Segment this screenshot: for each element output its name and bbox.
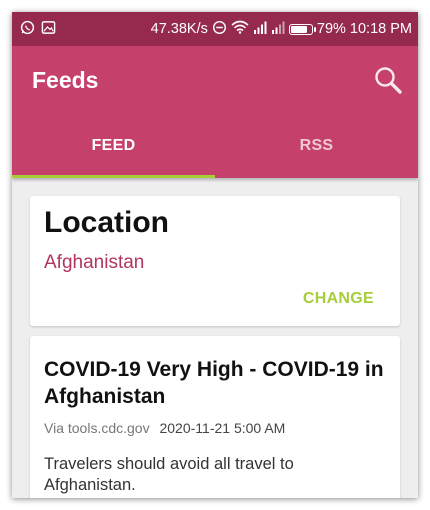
tab-rss-label: RSS (299, 137, 334, 154)
phone-screen: 47.38K/s 79% 10:18 PM Feeds FEED RSS Loc… (12, 12, 418, 498)
feed-item-meta: Via tools.cdc.gov 2020-11-21 5:00 AM (44, 420, 285, 436)
tab-rss[interactable]: RSS (215, 114, 418, 178)
feed-item-summary: Travelers should avoid all travel to Afg… (44, 455, 294, 494)
location-card: Location Afghanistan CHANGE (30, 196, 400, 326)
search-icon (375, 67, 402, 94)
status-right-icons: 47.38K/s 79% 10:18 PM (151, 20, 412, 39)
location-value: Afghanistan (44, 252, 145, 273)
app-bar: Feeds (12, 46, 418, 114)
dnd-icon (212, 20, 227, 39)
tab-feed-label: FEED (91, 137, 136, 154)
feed-item-title[interactable]: COVID-19 Very High - COVID-19 in Afghani… (44, 356, 389, 410)
search-button[interactable] (370, 62, 406, 98)
tab-bar: FEED RSS (12, 114, 418, 178)
signal-icon (271, 21, 285, 38)
network-speed: 47.38K/s (150, 21, 208, 37)
status-left-icons (20, 20, 56, 39)
status-bar: 47.38K/s 79% 10:18 PM (12, 12, 418, 46)
battery-percent: 79% (316, 21, 346, 37)
tab-feed[interactable]: FEED (12, 114, 215, 178)
feed-item-card[interactable]: COVID-19 Very High - COVID-19 in Afghani… (30, 336, 400, 498)
clock: 10:18 PM (349, 21, 412, 37)
page-title: Feeds (32, 66, 99, 93)
location-heading: Location (44, 206, 169, 239)
change-location-button[interactable]: CHANGE (303, 290, 374, 308)
feed-item-source[interactable]: Via tools.cdc.gov (44, 420, 150, 436)
image-icon (41, 20, 56, 39)
feed-item-date: 2020-11-21 5:00 AM (159, 420, 286, 436)
signal-icon (253, 21, 267, 38)
battery-icon (288, 23, 316, 35)
wifi-icon (231, 20, 249, 38)
whatsapp-icon (20, 20, 35, 39)
